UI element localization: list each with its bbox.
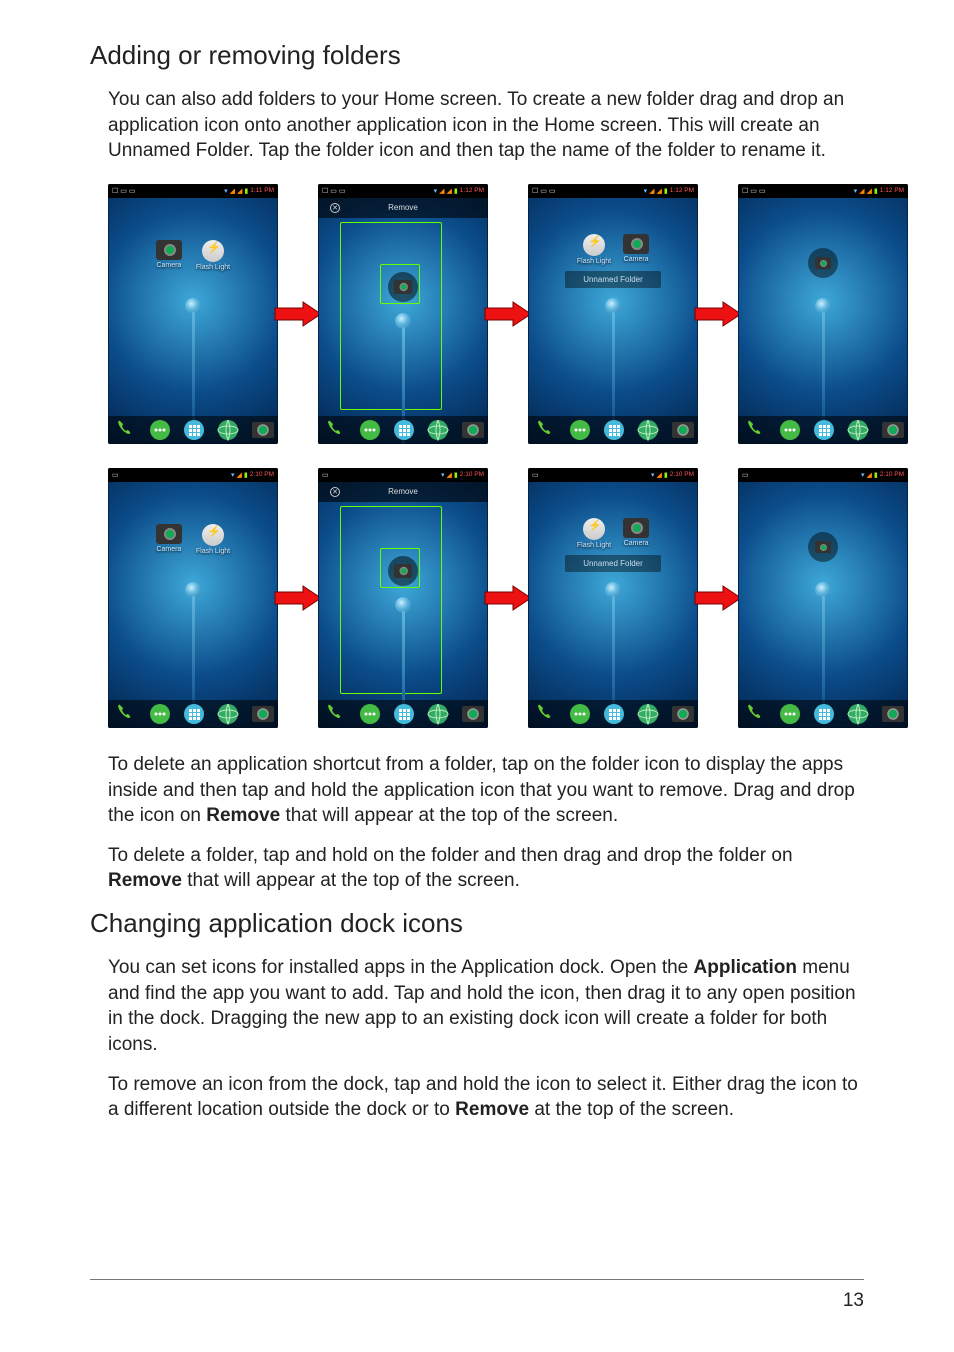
dock: [528, 416, 698, 444]
close-icon: ✕: [330, 487, 340, 497]
app-camera: Camera: [156, 524, 182, 555]
app-flashlight: Flash Light: [196, 240, 230, 271]
screenshot-row-1: ☐▭▭ ▾◢◢▮1:11 PM Camera Flash Light ☐▭▭ ▾…: [108, 184, 864, 444]
folder-icon: [808, 532, 838, 562]
status-bar: ☐▭▭ ▾◢◢▮1:12 PM: [318, 184, 488, 198]
dragging-camera-icon: [388, 556, 418, 586]
folder-open-view: Flash Light Camera Unnamed Folder: [528, 518, 698, 572]
dock: [108, 416, 278, 444]
status-bar: ☐▭▭ ▾◢◢▮1:12 PM: [738, 184, 908, 198]
heading-adding-removing-folders: Adding or removing folders: [90, 40, 864, 71]
paragraph-delete-shortcut: To delete an application shortcut from a…: [108, 752, 864, 829]
remove-bar: ✕Remove: [318, 198, 488, 218]
dock: [108, 700, 278, 728]
folder-open-view: Flash Light Camera Unnamed Folder: [528, 234, 698, 288]
screenshot-6: ▭ ▾◢▮2:10 PM ✕Remove: [318, 468, 488, 728]
screenshot-1: ☐▭▭ ▾◢◢▮1:11 PM Camera Flash Light: [108, 184, 278, 444]
paragraph-folders-intro: You can also add folders to your Home sc…: [108, 87, 864, 164]
remove-bar: ✕Remove: [318, 482, 488, 502]
page-number: 13: [843, 1290, 864, 1312]
dock: [738, 416, 908, 444]
screenshot-4: ☐▭▭ ▾◢◢▮1:12 PM: [738, 184, 908, 444]
close-icon: ✕: [330, 203, 340, 213]
dock: [738, 700, 908, 728]
screenshot-2: ☐▭▭ ▾◢◢▮1:12 PM ✕Remove: [318, 184, 488, 444]
dock: [318, 416, 488, 444]
paragraph-delete-folder: To delete a folder, tap and hold on the …: [108, 843, 864, 894]
screenshot-row-2: ▭ ▾◢▮2:10 PM Camera Flash Light ▭ ▾◢▮2:1…: [108, 468, 864, 728]
heading-changing-dock-icons: Changing application dock icons: [90, 908, 864, 939]
folder-title: Unnamed Folder: [565, 555, 661, 572]
status-bar: ▭ ▾◢▮2:10 PM: [108, 468, 278, 482]
app-flashlight: Flash Light: [196, 524, 230, 555]
dock: [318, 700, 488, 728]
app-camera: Camera: [156, 240, 182, 271]
screenshot-7: ▭ ▾◢▮2:10 PM Flash Light Camera Unnamed …: [528, 468, 698, 728]
paragraph-dock-remove: To remove an icon from the dock, tap and…: [108, 1072, 864, 1123]
status-bar: ☐▭▭ ▾◢◢▮1:12 PM: [528, 184, 698, 198]
screenshot-3: ☐▭▭ ▾◢◢▮1:12 PM Flash Light Camera Unnam…: [528, 184, 698, 444]
status-bar: ☐▭▭ ▾◢◢▮1:11 PM: [108, 184, 278, 198]
status-bar: ▭ ▾◢▮2:10 PM: [738, 468, 908, 482]
folder-icon: [808, 248, 838, 278]
folder-title: Unnamed Folder: [565, 271, 661, 288]
footer-divider: [90, 1279, 864, 1280]
screenshot-8: ▭ ▾◢▮2:10 PM: [738, 468, 908, 728]
status-bar: ▭ ▾◢▮2:10 PM: [528, 468, 698, 482]
paragraph-dock-intro: You can set icons for installed apps in …: [108, 955, 864, 1058]
screenshot-5: ▭ ▾◢▮2:10 PM Camera Flash Light: [108, 468, 278, 728]
dock: [528, 700, 698, 728]
status-bar: ▭ ▾◢▮2:10 PM: [318, 468, 488, 482]
dragging-camera-icon: [388, 272, 418, 302]
